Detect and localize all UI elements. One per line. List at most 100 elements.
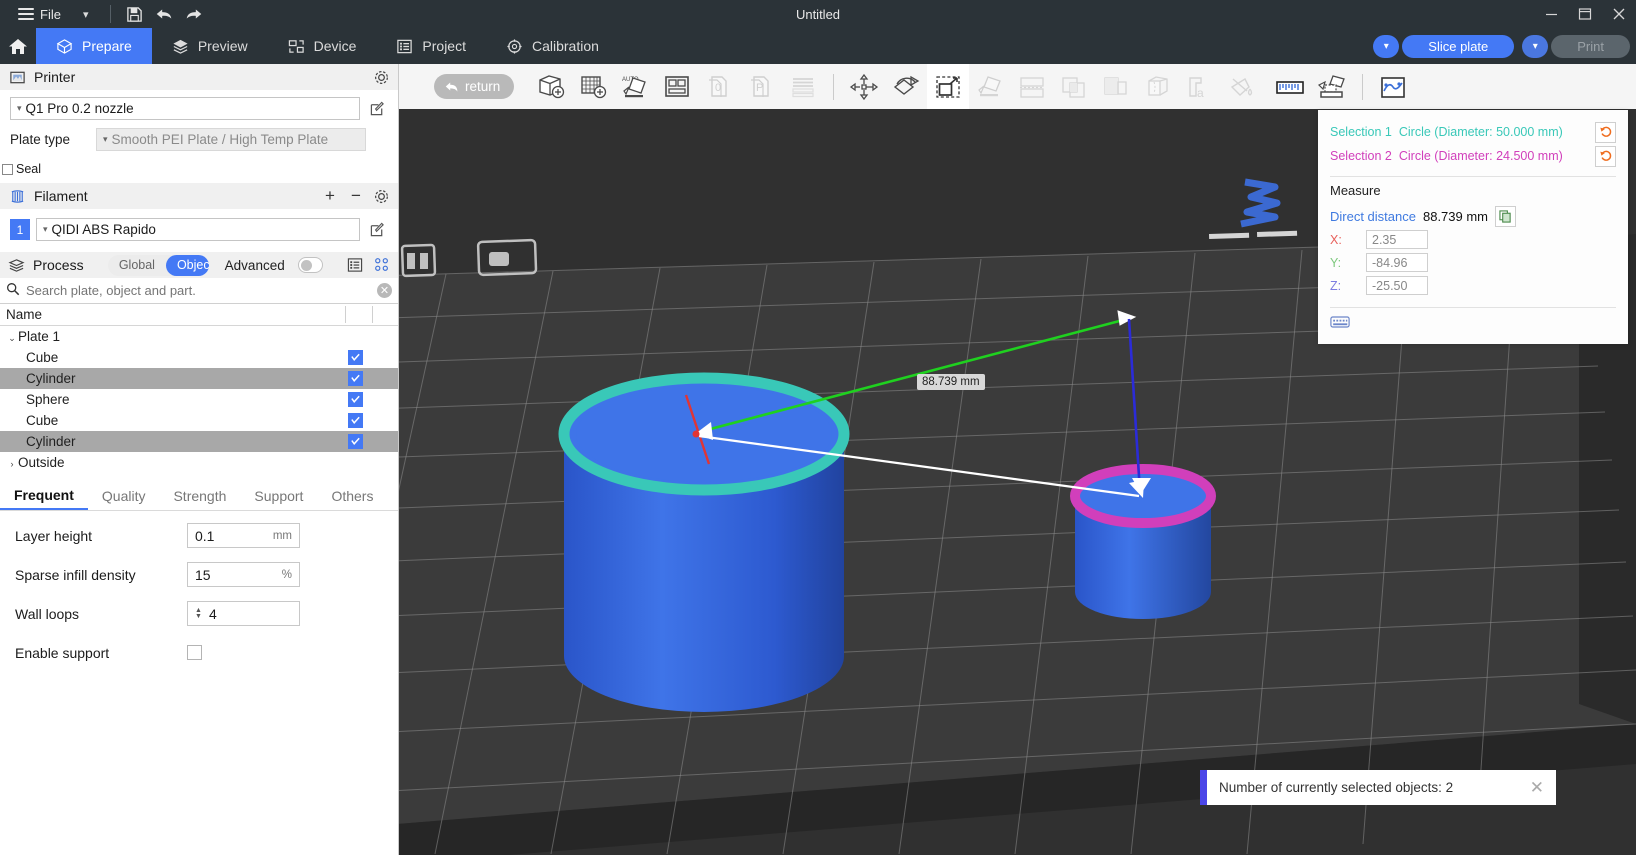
filament-select[interactable]: ▾ QIDI ABS Rapido: [36, 218, 360, 241]
chevron-down-icon[interactable]: ▾: [69, 8, 103, 21]
redo-icon[interactable]: [179, 0, 209, 28]
chevron-down-icon[interactable]: ⌄: [6, 333, 18, 344]
slice-plate-dropdown-arrow[interactable]: ▾: [1373, 35, 1399, 58]
object-visibility-checkbox[interactable]: [348, 371, 363, 386]
cut-button[interactable]: [1011, 64, 1053, 109]
tree-row-outside[interactable]: ›Outside: [0, 452, 398, 473]
keyboard-shortcut-button[interactable]: [1330, 315, 1616, 332]
tree-row-cube-2[interactable]: Cube: [0, 410, 398, 431]
plate-type-select[interactable]: ▾ Smooth PEI Plate / High Temp Plate: [96, 128, 366, 151]
support-painting-button[interactable]: [1095, 64, 1137, 109]
object-visibility-checkbox[interactable]: [348, 392, 363, 407]
scope-global-option[interactable]: Global: [108, 255, 166, 276]
maximize-button[interactable]: [1568, 0, 1602, 28]
close-button[interactable]: [1602, 0, 1636, 28]
printer-profile-select[interactable]: ▾ Q1 Pro 0.2 nozzle: [10, 97, 360, 120]
axis-x-field[interactable]: 2.35: [1366, 230, 1428, 249]
scope-objects-option[interactable]: Objects: [166, 255, 209, 276]
layers-button[interactable]: [782, 64, 824, 109]
search-input[interactable]: [26, 283, 371, 298]
save-icon[interactable]: [119, 0, 149, 28]
tree-row-sphere[interactable]: Sphere: [0, 389, 398, 410]
copy-distance-button[interactable]: [1495, 206, 1516, 227]
measure-button[interactable]: [1269, 64, 1311, 109]
orient-zero-button[interactable]: 0: [698, 64, 740, 109]
object-visibility-checkbox[interactable]: [348, 434, 363, 449]
seal-checkbox[interactable]: [2, 164, 13, 175]
wall-loops-input[interactable]: ▲ ▼ 4: [187, 601, 300, 626]
tab-frequent[interactable]: Frequent: [0, 482, 88, 510]
edit-icon: [370, 222, 385, 237]
filament-index[interactable]: 1: [10, 219, 30, 240]
simplify-button[interactable]: [1372, 64, 1414, 109]
selection-2-reset-button[interactable]: [1595, 146, 1616, 167]
minimize-button[interactable]: [1534, 0, 1568, 28]
tab-preview[interactable]: Preview: [152, 28, 268, 64]
column-name-header: Name: [6, 307, 42, 322]
remove-filament-button[interactable]: −: [347, 186, 365, 206]
printer-edit-button[interactable]: [366, 98, 388, 120]
object-search-bar[interactable]: ✕: [0, 278, 398, 304]
object-visibility-checkbox[interactable]: [348, 413, 363, 428]
slice-plate-button[interactable]: Slice plate: [1402, 35, 1514, 58]
add-object-button[interactable]: [530, 64, 572, 109]
layer-height-input[interactable]: 0.1 mm: [187, 523, 300, 548]
print-button[interactable]: Print: [1551, 35, 1630, 58]
tab-strength[interactable]: Strength: [159, 482, 240, 510]
clear-search-button[interactable]: ✕: [377, 283, 392, 298]
fuzzy-skin-button[interactable]: a: [1179, 64, 1221, 109]
process-scope-toggle[interactable]: Global Objects: [108, 255, 209, 276]
enable-support-checkbox[interactable]: [187, 645, 202, 660]
tree-row-cube-1[interactable]: Cube: [0, 347, 398, 368]
toast-close-button[interactable]: ✕: [1530, 778, 1544, 798]
undo-icon[interactable]: [149, 0, 179, 28]
axis-x-label: X:: [1330, 233, 1366, 247]
filament-settings-gear-icon[interactable]: [373, 188, 390, 205]
print-split-button[interactable]: ▾ Print: [1522, 35, 1630, 58]
wall-loops-stepper[interactable]: ▲ ▼: [195, 608, 202, 620]
scale-button[interactable]: [927, 64, 969, 109]
axis-y-field[interactable]: -84.96: [1366, 253, 1428, 272]
layer-height-row: Layer height 0.1 mm: [0, 521, 398, 550]
mesh-boolean-button[interactable]: [1053, 64, 1095, 109]
place-on-face-button[interactable]: [969, 64, 1011, 109]
stepper-down-icon[interactable]: ▼: [195, 614, 202, 620]
tab-device[interactable]: Device: [268, 28, 377, 64]
home-button[interactable]: [0, 28, 36, 64]
add-filament-button[interactable]: +: [321, 186, 339, 206]
print-dropdown-arrow[interactable]: ▾: [1522, 35, 1548, 58]
tab-prepare[interactable]: Prepare: [36, 28, 152, 64]
assembly-button[interactable]: [1311, 64, 1353, 109]
tab-calibration[interactable]: Calibration: [486, 28, 619, 64]
return-button[interactable]: return: [434, 74, 514, 99]
tab-others[interactable]: Others: [317, 482, 387, 510]
orient-p-button[interactable]: P: [740, 64, 782, 109]
advanced-toggle[interactable]: [298, 257, 323, 273]
sparse-infill-input[interactable]: 15 %: [187, 562, 300, 587]
selection-1-reset-button[interactable]: [1595, 122, 1616, 143]
object-visibility-checkbox[interactable]: [348, 350, 363, 365]
axis-z-field[interactable]: -25.50: [1366, 276, 1428, 295]
list-view-icon[interactable]: [347, 256, 363, 274]
add-plate-button[interactable]: [572, 64, 614, 109]
seam-painting-button[interactable]: [1137, 64, 1179, 109]
printer-settings-gear-icon[interactable]: [373, 69, 390, 86]
file-menu-button[interactable]: File: [10, 0, 69, 28]
tab-support[interactable]: Support: [240, 482, 317, 510]
tab-label: Prepare: [82, 38, 132, 54]
settings-compare-icon[interactable]: [374, 256, 390, 274]
tab-quality[interactable]: Quality: [88, 482, 160, 510]
chevron-right-icon[interactable]: ›: [6, 459, 18, 469]
tree-row-cylinder-1[interactable]: Cylinder: [0, 368, 398, 389]
tree-row-plate-1[interactable]: ⌄Plate 1: [0, 326, 398, 347]
tree-row-cylinder-2[interactable]: Cylinder: [0, 431, 398, 452]
slice-plate-split-button[interactable]: ▾ Slice plate: [1373, 35, 1514, 58]
seal-checkbox-row[interactable]: Seal: [0, 159, 398, 179]
auto-arrange-button[interactable]: AUTO: [614, 64, 656, 109]
arrange-layout-button[interactable]: [656, 64, 698, 109]
filament-edit-button[interactable]: [366, 219, 388, 241]
text-emboss-button[interactable]: [1221, 64, 1263, 109]
move-button[interactable]: [843, 64, 885, 109]
rotate-button[interactable]: [885, 64, 927, 109]
tab-project[interactable]: Project: [376, 28, 486, 64]
